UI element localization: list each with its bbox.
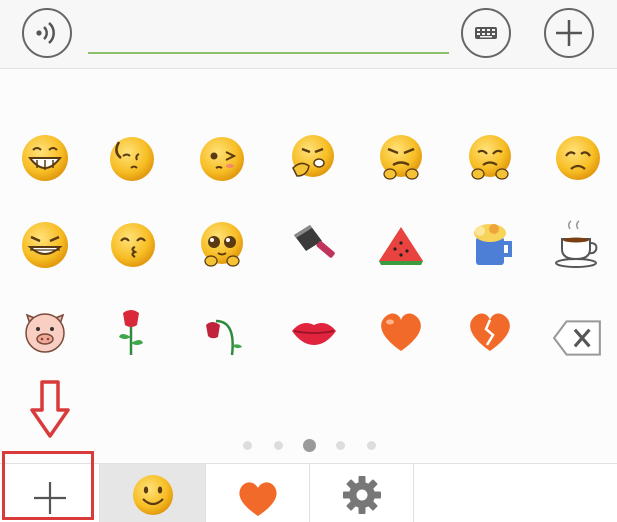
plus-icon [556,20,582,46]
voice-button[interactable] [22,8,72,58]
wilted-rose-emoji[interactable] [196,305,248,357]
kiss-emoji[interactable] [107,219,159,271]
favorites-tab[interactable] [206,464,310,522]
heart-emoji[interactable] [375,305,427,357]
page-dot[interactable] [367,441,376,450]
smiley-tab[interactable] [100,464,206,522]
page-dot[interactable] [336,441,345,450]
backspace-icon [552,320,601,356]
grin-emoji[interactable] [19,132,71,184]
teary-eyes-emoji[interactable] [196,219,248,271]
page-indicator [237,437,382,453]
highlight-box [2,451,94,520]
shy-emoji[interactable] [105,132,157,184]
lips-emoji[interactable] [288,305,340,357]
cover-mouth-laugh-emoji[interactable] [285,132,337,184]
page-dot[interactable] [243,441,252,450]
page-dot-active[interactable] [303,439,316,452]
backspace-button[interactable] [552,312,602,356]
heart-icon [239,482,277,516]
down-arrow-icon [30,380,70,438]
gear-icon [343,476,381,514]
pig-emoji[interactable] [19,305,71,357]
add-button[interactable] [544,8,594,58]
beer-emoji[interactable] [466,219,518,271]
sneaky-grin-emoji[interactable] [19,219,71,271]
page-dot[interactable] [274,441,283,450]
smiley-icon [133,475,173,515]
coffee-cup-emoji[interactable] [552,219,604,271]
watermelon-emoji[interactable] [375,219,427,271]
message-input[interactable] [88,14,449,54]
frown-angry-emoji[interactable] [375,132,427,184]
sorrowful-emoji[interactable] [552,132,604,184]
voice-icon [36,22,55,44]
cleaver-emoji[interactable] [288,219,340,271]
broken-heart-emoji[interactable] [464,305,516,357]
keyboard-icon [475,27,497,39]
sad-fists-emoji[interactable] [464,132,516,184]
keyboard-button[interactable] [461,8,511,58]
embarrassed-emoji[interactable] [196,132,248,184]
rose-emoji[interactable] [105,305,157,357]
input-toolbar [0,0,617,69]
settings-tab[interactable] [310,464,414,522]
